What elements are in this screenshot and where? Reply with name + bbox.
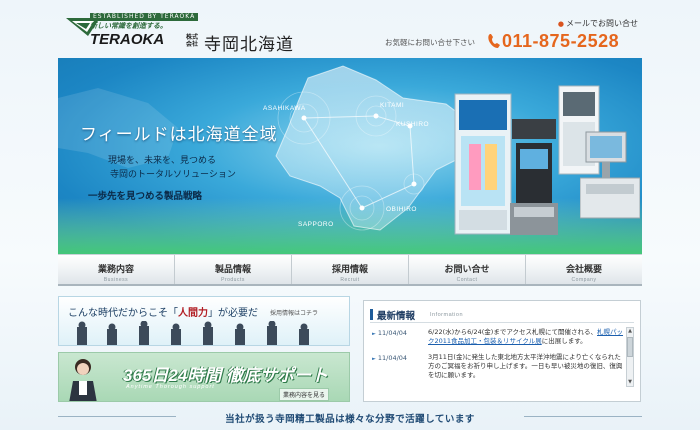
news-item: ► 11/04/04 6/22(水)から6/24(金)までアクセス札幌にて開催され… xyxy=(372,328,626,346)
city-label-sapporo: SAPPORO xyxy=(298,221,334,228)
nav-label: 製品情報 xyxy=(214,265,251,275)
nav-sub: Contact xyxy=(456,277,478,283)
news-item: ► 11/04/04 3月11日(金)に発生した東北地方太平洋沖地震により亡くなら… xyxy=(372,353,626,380)
recruit-text-strong: 人間力 xyxy=(178,308,208,319)
news-panel: 最新情報 Information ► 11/04/04 6/22(水)から6/24… xyxy=(363,300,641,402)
scroll-thumb[interactable] xyxy=(627,337,633,357)
news-header-bar xyxy=(370,309,373,320)
company-name[interactable]: 寺岡北海道 xyxy=(204,30,294,55)
nav-label: 採用情報 xyxy=(331,265,368,275)
support-operator-image xyxy=(69,359,97,401)
recruit-text-before: こんな時代だからこそ「 xyxy=(68,308,178,319)
scroll-up-icon[interactable]: ▲ xyxy=(627,328,633,335)
recruit-banner[interactable]: こんな時代だからこそ「人間力」が必要だ 採用情報はコチラ xyxy=(58,296,350,346)
arrow-icon: ► xyxy=(372,356,376,362)
news-date: ► 11/04/04 xyxy=(372,353,428,380)
recruit-banner-headline: こんな時代だからこそ「人間力」が必要だ xyxy=(68,304,258,319)
recruit-link[interactable]: 採用情報はコチラ xyxy=(270,308,318,317)
support-title: 365日24時間 徹底サポート xyxy=(123,366,328,385)
hero-line-2: 寺岡のトータルソリューション xyxy=(110,170,236,180)
nav-sub: Business xyxy=(103,277,129,283)
arrow-icon: ► xyxy=(372,331,376,337)
hero-title: フィールドは北海道全域 xyxy=(80,125,278,145)
city-label-kushiro: KUSHIRO xyxy=(396,121,430,128)
product-pos-image xyxy=(580,131,640,219)
business-link[interactable]: 業務内容を見る xyxy=(279,388,330,401)
bullet-icon: ● xyxy=(557,20,564,28)
nav-company[interactable]: 会社概要 Company xyxy=(526,255,642,284)
nav-label: お問い合せ xyxy=(444,265,490,275)
tel-number[interactable]: 011-875-2528 xyxy=(502,31,619,52)
hero-line-1: 現場を、未来を、見つめる xyxy=(108,156,217,166)
scroll-down-icon[interactable]: ▼ xyxy=(627,379,633,386)
phone-icon xyxy=(488,34,500,48)
tagline-divider-right xyxy=(524,416,642,417)
news-subtitle: Information xyxy=(430,312,464,318)
logo-tagline-top: ESTABLISHED BY TERAOKA xyxy=(90,13,199,21)
nav-contact[interactable]: お問い合せ Contact xyxy=(409,255,526,284)
nav-label: 業務内容 xyxy=(97,265,134,275)
mail-inquiry-link[interactable]: ● メールでお問い合せ xyxy=(558,18,638,29)
nav-sub: Products xyxy=(221,277,245,283)
news-text-before: 3月11日(金)に発生した東北地方太平洋沖地震により亡くなられた方のご冥福をお祈… xyxy=(428,353,623,379)
news-text-before: 6/22(水)から6/24(金)までアクセス札幌にて開催される、 xyxy=(428,328,598,336)
business-people-image xyxy=(77,321,309,345)
nav-sub: Company xyxy=(571,277,597,283)
news-date-text: 11/04/04 xyxy=(377,354,408,362)
nav-label: 会社概要 xyxy=(565,265,602,275)
product-scale-image xyxy=(510,119,558,235)
page: ESTABLISHED BY TERAOKA 新しい常識を創造する。 TERAO… xyxy=(58,0,642,430)
news-scrollbar[interactable]: ▲ ▼ xyxy=(626,327,634,387)
tel-label: お気軽にお問い合せ下さい xyxy=(385,38,475,47)
hero-banner: ASAHIKAWA KITAMI KUSHIRO OBIHIRO SAPPORO… xyxy=(58,58,642,254)
logo-kabushiki: 株式会社 xyxy=(186,34,199,48)
tagline-text: 当社が扱う寺岡精工製品は様々な分野で活躍しています xyxy=(225,414,475,425)
city-label-obihiro: OBIHIRO xyxy=(386,206,417,213)
global-nav: 業務内容 Business 製品情報 Products 採用情報 Recruit… xyxy=(58,254,642,286)
nav-business[interactable]: 業務内容 Business xyxy=(58,255,175,284)
news-list: ► 11/04/04 6/22(水)から6/24(金)までアクセス札幌にて開催され… xyxy=(372,328,626,387)
news-text-after: に出展します。 xyxy=(541,337,587,345)
tagline: 当社が扱う寺岡精工製品は様々な分野で活躍しています xyxy=(58,407,642,425)
tagline-divider-left xyxy=(58,416,176,417)
support-subtitle: Anytime Thorough support xyxy=(126,384,215,390)
header: ESTABLISHED BY TERAOKA 新しい常識を創造する。 TERAO… xyxy=(58,0,642,56)
news-title: 最新情報 xyxy=(377,311,416,322)
city-label-asahikawa: ASAHIKAWA xyxy=(263,105,306,112)
hero-line-3: 一歩先を見つめる製品戦略 xyxy=(88,191,203,202)
nav-products[interactable]: 製品情報 Products xyxy=(175,255,292,284)
support-banner[interactable]: 365日24時間 徹底サポート Anytime Thorough support… xyxy=(58,352,350,402)
nav-sub: Recruit xyxy=(340,277,360,283)
mail-link-label: メールでお問い合せ xyxy=(566,19,638,28)
news-date: ► 11/04/04 xyxy=(372,328,428,346)
product-machine-image xyxy=(454,93,512,235)
recruit-text-after: 」が必要だ xyxy=(208,308,258,319)
logo-brand[interactable]: TERAOKA xyxy=(90,31,164,49)
nav-recruit[interactable]: 採用情報 Recruit xyxy=(292,255,409,284)
news-text: 6/22(水)から6/24(金)までアクセス札幌にて開催される、札幌パック201… xyxy=(428,328,626,346)
logo-tagline: 新しい常識を創造する。 xyxy=(90,22,167,30)
news-text: 3月11日(金)に発生した東北地方太平洋沖地震により亡くなられた方のご冥福をお祈… xyxy=(428,353,626,380)
news-date-text: 11/04/04 xyxy=(377,329,408,337)
city-label-kitami: KITAMI xyxy=(380,102,405,109)
news-header: 最新情報 Information xyxy=(370,307,634,323)
